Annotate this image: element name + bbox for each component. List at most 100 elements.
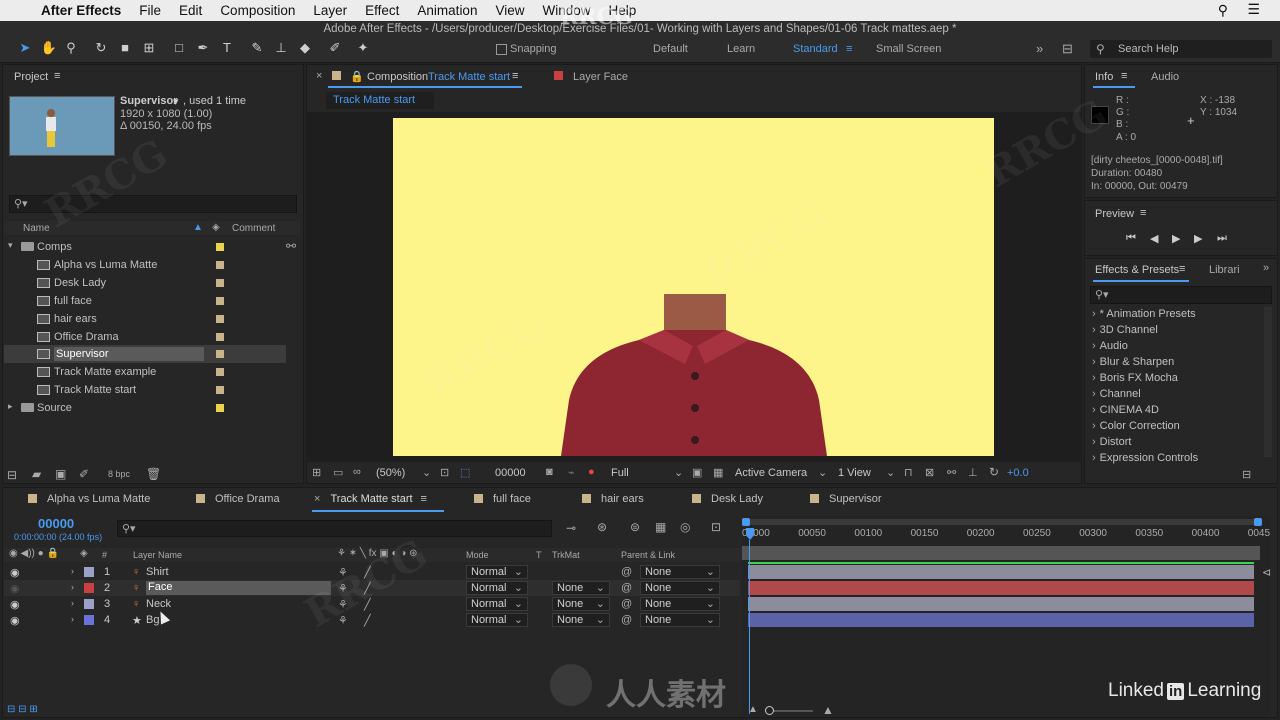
pick-whip-icon[interactable]: @ <box>621 598 632 610</box>
region-of-interest-icon[interactable]: ⬚ <box>460 466 470 479</box>
layer-tab[interactable]: Layer Face <box>573 71 628 83</box>
more-tabs-icon[interactable]: » <box>1263 262 1269 274</box>
workspace-standard[interactable]: Standard <box>793 43 838 55</box>
color-channels-icon[interactable]: ● <box>588 466 595 478</box>
rectangle-tool-icon[interactable]: □ <box>170 39 188 57</box>
column-name[interactable]: Name <box>23 223 50 234</box>
workspace-default[interactable]: Default <box>653 43 688 55</box>
puppet-tool-icon[interactable]: ✦ <box>354 39 372 57</box>
zoom-dropdown-icon[interactable]: ⌄ <box>422 466 431 479</box>
effects-scrollbar[interactable] <box>1264 307 1272 457</box>
label-swatch[interactable] <box>84 615 94 625</box>
composition-tab-name[interactable]: Track Matte start <box>428 71 510 83</box>
workspace-small-screen[interactable]: Small Screen <box>876 43 941 55</box>
comp-breadcrumb[interactable]: Track Matte start <box>326 92 434 109</box>
snapshot-icon[interactable]: ◙ <box>546 466 553 478</box>
disclosure-triangle-icon[interactable]: › <box>71 614 74 624</box>
trkmat-select[interactable]: None ⌄ <box>552 613 610 627</box>
close-tab-icon[interactable]: × <box>314 493 320 505</box>
previous-frame-icon[interactable]: ◀ <box>1150 232 1158 245</box>
parent-select[interactable]: None ⌄ <box>640 597 720 611</box>
mode-select[interactable]: Normal ⌄ <box>466 613 528 627</box>
fit-icon[interactable]: ⊡ <box>440 466 449 479</box>
effects-category-8[interactable]: › Distort <box>1092 436 1131 448</box>
project-item-desk-lady[interactable]: Desk Lady <box>4 274 286 292</box>
clone-stamp-tool-icon[interactable]: ⊥ <box>272 39 290 57</box>
parent-select[interactable]: None ⌄ <box>640 581 720 595</box>
project-item-full-face[interactable]: full face <box>4 292 286 310</box>
3d-renderer-icon[interactable]: ⊥ <box>968 466 978 479</box>
last-frame-icon[interactable]: ⏭ <box>1217 232 1227 245</box>
libraries-tab[interactable]: Librari <box>1209 264 1240 276</box>
lock-icon[interactable]: 🔒 <box>350 70 364 83</box>
spotlight-search-icon[interactable]: ⚲ <box>1218 2 1228 19</box>
flowchart-view-icon[interactable]: ⚯ <box>947 466 956 479</box>
layer-row-face[interactable]: ◉ › 2 ♀ Face ⚘ ╱ Normal ⌄ None ⌄ @ None ⌄ <box>4 580 740 596</box>
transparency-grid-icon[interactable]: ▦ <box>713 466 723 479</box>
label-tag-icon[interactable]: ◈ <box>212 222 220 233</box>
menu-layer[interactable]: Layer <box>304 3 356 18</box>
exposure-icon[interactable]: ↻ <box>989 465 999 479</box>
project-item-comps[interactable]: ▾ Comps <box>4 238 286 256</box>
timeline-footer-icons[interactable]: ⊟ ⊟ ⊞ <box>7 704 38 715</box>
disclosure-triangle-icon[interactable]: › <box>71 598 74 608</box>
menu-help[interactable]: Help <box>600 3 646 18</box>
work-area-end[interactable] <box>1254 518 1262 526</box>
zoom-level[interactable]: (50%) <box>376 467 405 479</box>
quality-switch-icon[interactable]: ╱ <box>364 614 371 627</box>
sync-settings-icon[interactable]: ⊟ <box>1062 41 1073 57</box>
visibility-eye-icon[interactable]: ◉ <box>10 598 20 611</box>
menu-animation[interactable]: Animation <box>408 3 486 18</box>
menu-window[interactable]: Window <box>534 3 600 18</box>
more-workspaces-icon[interactable]: » <box>1036 41 1043 56</box>
timeline-tab-desk-lady[interactable]: Desk Lady <box>692 493 763 505</box>
visibility-eye-icon[interactable]: ◉ <box>10 614 20 627</box>
layer-row-neck[interactable]: ◉ › 3 ♀ Neck ⚘ ╱ Normal ⌄ None ⌄ @ None ⌄ <box>4 596 740 612</box>
pick-whip-icon[interactable]: @ <box>621 582 632 594</box>
project-item-alpha-vs-luma-matte[interactable]: Alpha vs Luma Matte <box>4 256 286 274</box>
play-icon[interactable]: ▶ <box>1172 232 1180 245</box>
new-preset-icon[interactable]: ⊟ <box>1242 468 1251 481</box>
layer-name[interactable]: Neck <box>146 598 171 610</box>
camera-select[interactable]: Active Camera <box>735 467 807 479</box>
effects-category-1[interactable]: › 3D Channel <box>1092 324 1158 336</box>
audio-tab[interactable]: Audio <box>1151 71 1179 83</box>
rotate-tool-icon[interactable]: ↻ <box>92 39 110 57</box>
menu-composition[interactable]: Composition <box>211 3 304 18</box>
comp-canvas[interactable] <box>393 118 994 456</box>
eraser-tool-icon[interactable]: ◆ <box>296 39 314 57</box>
project-search-input[interactable]: ⚲▾ <box>9 195 297 213</box>
project-settings-icon[interactable]: ✐ <box>79 467 89 481</box>
project-item-hair-ears[interactable]: hair ears <box>4 310 286 328</box>
mask-visibility-icon[interactable]: ∞ <box>353 466 361 478</box>
effects-category-2[interactable]: › Audio <box>1092 340 1128 352</box>
column-layer-name[interactable]: Layer Name <box>133 550 182 560</box>
layer-bar-shirt[interactable] <box>748 565 1254 579</box>
label-swatch[interactable] <box>84 583 94 593</box>
effects-category-6[interactable]: › CINEMA 4D <box>1092 404 1159 416</box>
camera-tool-icon[interactable]: ■ <box>116 39 134 57</box>
graph-editor-icon[interactable]: ⊡ <box>711 520 721 534</box>
workspace-menu-icon[interactable]: ≡ <box>846 43 852 55</box>
toggle-pixel-aspect-icon[interactable]: ⊓ <box>904 466 913 479</box>
exposure-value[interactable]: +0.0 <box>1007 467 1029 479</box>
brush-tool-icon[interactable]: ✎ <box>248 39 266 57</box>
comp-mini-flowchart-icon[interactable]: ⊸ <box>566 521 576 535</box>
preview-tab[interactable]: Preview <box>1095 208 1134 220</box>
label-swatch[interactable] <box>84 599 94 609</box>
layer-row-bg[interactable]: ◉ › 4 ★ Bg ⚘ ╱ Normal ⌄ None ⌄ @ None ⌄ <box>4 612 740 628</box>
effects-tab[interactable]: Effects & Presets <box>1095 264 1179 276</box>
pick-whip-icon[interactable]: @ <box>621 566 632 578</box>
effects-category-9[interactable]: › Expression Controls <box>1092 452 1198 464</box>
menu-edit[interactable]: Edit <box>170 3 211 18</box>
menu-view[interactable]: View <box>486 3 533 18</box>
project-item-source[interactable]: ▸ Source <box>4 399 286 417</box>
disclosure-triangle-icon[interactable]: › <box>71 566 74 576</box>
column-comment[interactable]: Comment <box>232 223 275 234</box>
info-tab[interactable]: Info <box>1095 71 1113 83</box>
effects-category-5[interactable]: › Channel <box>1092 388 1141 400</box>
resolution-select[interactable]: Full <box>611 467 629 479</box>
sort-ascending-icon[interactable]: ▲ <box>193 222 203 233</box>
zoom-out-icon[interactable]: ▲ <box>748 704 758 715</box>
layer-row-shirt[interactable]: ◉ › 1 ♀ Shirt ⚘ ╱ Normal ⌄ @ None ⌄ <box>4 564 740 580</box>
